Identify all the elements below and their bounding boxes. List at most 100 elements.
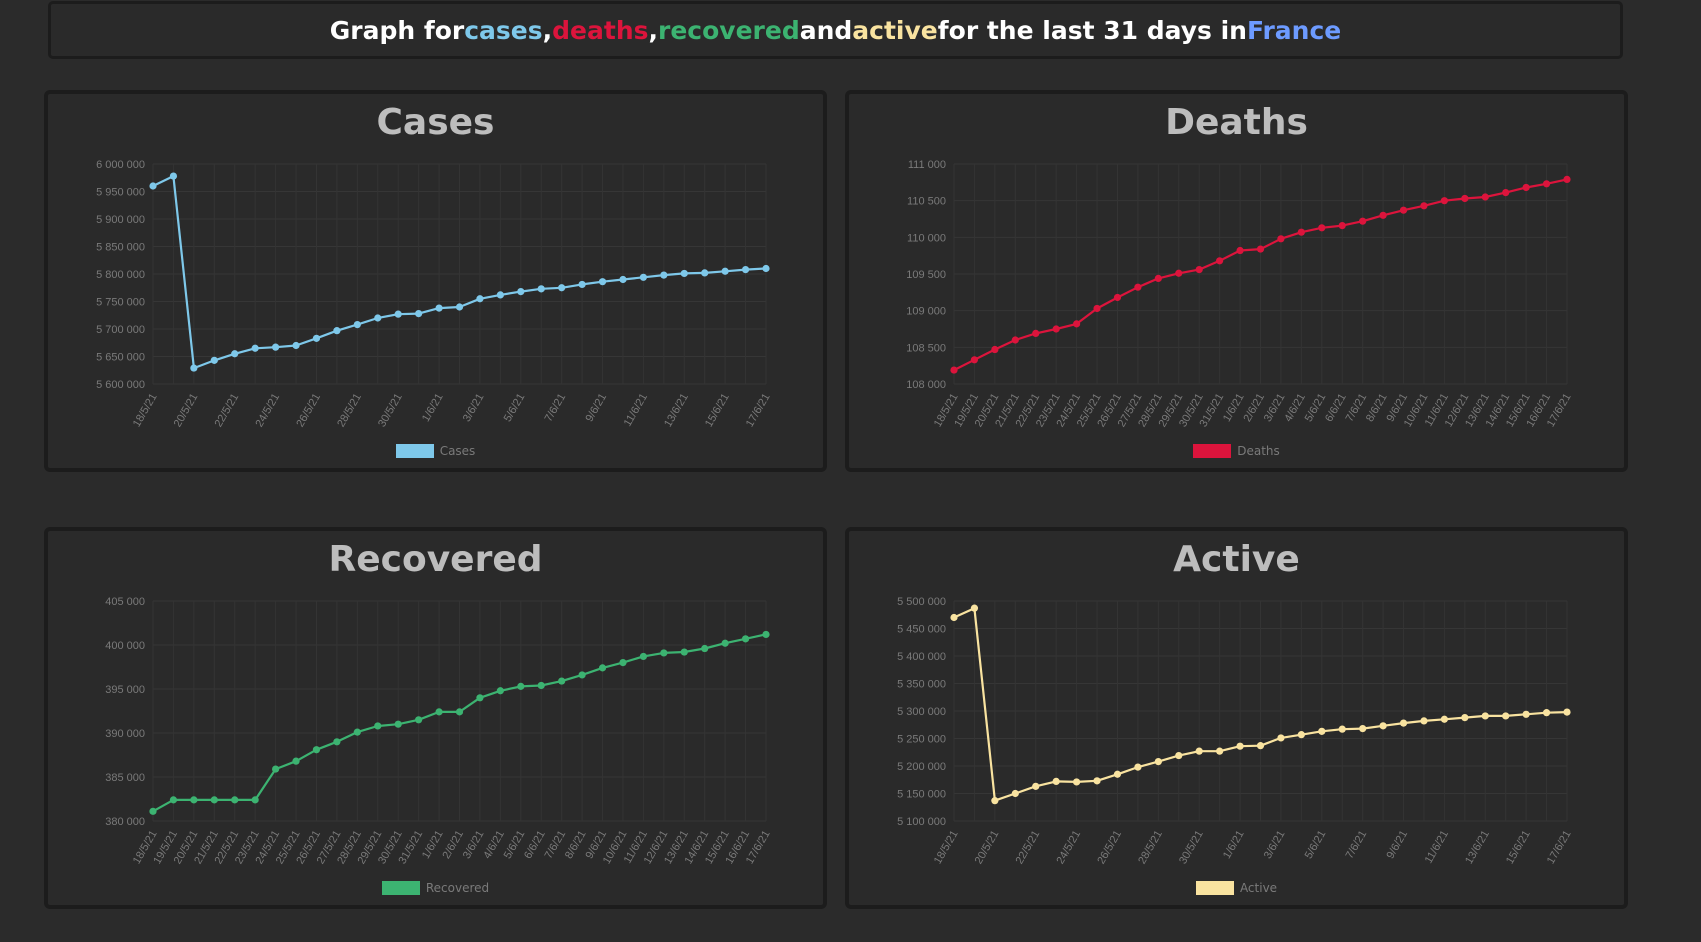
active-data-point[interactable] <box>1256 742 1265 750</box>
deaths-data-point[interactable] <box>1399 206 1408 214</box>
active-data-point[interactable] <box>1522 710 1530 718</box>
cases-data-point[interactable] <box>272 343 280 351</box>
recovered-data-point[interactable] <box>333 738 341 746</box>
active-data-point[interactable] <box>991 797 999 805</box>
deaths-data-point[interactable] <box>1379 211 1387 219</box>
cases-data-point[interactable] <box>333 327 341 335</box>
cases-data-point[interactable] <box>394 310 402 318</box>
recovered-data-point[interactable] <box>312 746 321 754</box>
cases-data-point[interactable] <box>169 172 178 180</box>
deaths-data-point[interactable] <box>1542 180 1551 188</box>
active-data-point[interactable] <box>1338 725 1346 733</box>
recovered-data-point[interactable] <box>435 708 443 716</box>
recovered-data-point[interactable] <box>231 796 239 804</box>
recovered-data-point[interactable] <box>190 796 198 804</box>
deaths-data-point[interactable] <box>1113 293 1122 302</box>
deaths-data-point[interactable] <box>1297 228 1305 236</box>
cases-data-point[interactable] <box>190 364 198 372</box>
cases-data-point[interactable] <box>496 291 504 299</box>
deaths-data-point[interactable] <box>1563 175 1571 183</box>
active-data-point[interactable] <box>1420 717 1428 725</box>
active-data-point[interactable] <box>1359 725 1367 733</box>
deaths-data-point[interactable] <box>1277 235 1285 243</box>
deaths-data-point[interactable] <box>1338 222 1346 230</box>
cases-data-point[interactable] <box>149 182 157 190</box>
deaths-data-point[interactable] <box>1440 197 1448 205</box>
active-data-point[interactable] <box>970 604 979 612</box>
recovered-data-point[interactable] <box>251 796 259 804</box>
cases-data-point[interactable] <box>353 321 361 329</box>
active-data-point[interactable] <box>1052 777 1060 785</box>
active-data-point[interactable] <box>1216 747 1224 755</box>
cases-data-point[interactable] <box>292 341 300 350</box>
cases-data-point[interactable] <box>435 304 443 312</box>
cases-data-point[interactable] <box>762 264 770 273</box>
cases-legend[interactable]: Cases <box>48 444 823 458</box>
active-data-point[interactable] <box>950 613 958 622</box>
deaths-data-point[interactable] <box>1073 320 1081 328</box>
deaths-data-point[interactable] <box>1359 217 1367 225</box>
recovered-data-point[interactable] <box>455 708 464 716</box>
cases-data-point[interactable] <box>660 271 668 279</box>
cases-data-point[interactable] <box>558 284 566 292</box>
active-data-point[interactable] <box>1032 782 1040 790</box>
cases-data-point[interactable] <box>251 344 259 352</box>
recovered-data-point[interactable] <box>476 694 484 702</box>
active-data-point[interactable] <box>1461 714 1469 722</box>
recovered-data-point[interactable] <box>558 677 566 685</box>
cases-data-point[interactable] <box>415 310 423 318</box>
cases-data-point[interactable] <box>476 295 484 303</box>
cases-data-point[interactable] <box>619 275 627 284</box>
active-data-point[interactable] <box>1011 789 1019 798</box>
recovered-data-point[interactable] <box>394 720 402 728</box>
active-data-point[interactable] <box>1195 747 1203 755</box>
recovered-data-point[interactable] <box>680 648 688 656</box>
deaths-data-point[interactable] <box>1093 304 1101 313</box>
deaths-data-point[interactable] <box>1236 246 1244 255</box>
recovered-data-point[interactable] <box>292 757 300 765</box>
cases-data-point[interactable] <box>721 267 729 275</box>
cases-data-point[interactable] <box>312 334 321 342</box>
active-data-point[interactable] <box>1297 731 1305 739</box>
cases-data-point[interactable] <box>210 356 218 364</box>
recovered-data-point[interactable] <box>517 682 525 690</box>
active-data-point[interactable] <box>1399 719 1408 727</box>
deaths-legend[interactable]: Deaths <box>849 444 1624 458</box>
deaths-data-point[interactable] <box>1216 257 1224 265</box>
cases-data-point[interactable] <box>598 278 607 286</box>
deaths-data-point[interactable] <box>1032 329 1040 337</box>
active-data-point[interactable] <box>1073 778 1081 786</box>
deaths-data-point[interactable] <box>1256 245 1265 253</box>
recovered-data-point[interactable] <box>374 722 382 730</box>
recovered-data-point[interactable] <box>272 765 280 773</box>
recovered-data-point[interactable] <box>149 807 157 815</box>
cases-data-point[interactable] <box>517 288 525 296</box>
active-data-point[interactable] <box>1379 722 1387 730</box>
cases-data-point[interactable] <box>231 350 239 358</box>
recovered-data-point[interactable] <box>496 687 504 695</box>
cases-data-point[interactable] <box>537 285 545 293</box>
deaths-data-point[interactable] <box>1134 283 1142 291</box>
deaths-data-point[interactable] <box>1011 336 1019 344</box>
cases-data-point[interactable] <box>639 273 648 281</box>
deaths-data-point[interactable] <box>950 366 958 374</box>
deaths-data-point[interactable] <box>1522 183 1530 192</box>
deaths-data-point[interactable] <box>1318 224 1326 232</box>
recovered-data-point[interactable] <box>741 635 750 643</box>
recovered-legend[interactable]: Recovered <box>48 881 823 895</box>
active-legend[interactable]: Active <box>849 881 1624 895</box>
active-data-point[interactable] <box>1563 708 1571 716</box>
active-data-point[interactable] <box>1093 777 1101 785</box>
active-data-point[interactable] <box>1277 734 1285 742</box>
cases-data-point[interactable] <box>741 266 750 274</box>
active-data-point[interactable] <box>1318 727 1326 735</box>
active-data-point[interactable] <box>1236 742 1244 750</box>
deaths-data-point[interactable] <box>970 356 979 364</box>
recovered-data-point[interactable] <box>415 716 423 724</box>
deaths-data-point[interactable] <box>1502 189 1510 197</box>
active-data-point[interactable] <box>1154 758 1162 766</box>
deaths-data-point[interactable] <box>1154 274 1162 282</box>
active-data-point[interactable] <box>1542 709 1551 717</box>
cases-data-point[interactable] <box>374 314 382 322</box>
active-data-point[interactable] <box>1481 712 1489 720</box>
